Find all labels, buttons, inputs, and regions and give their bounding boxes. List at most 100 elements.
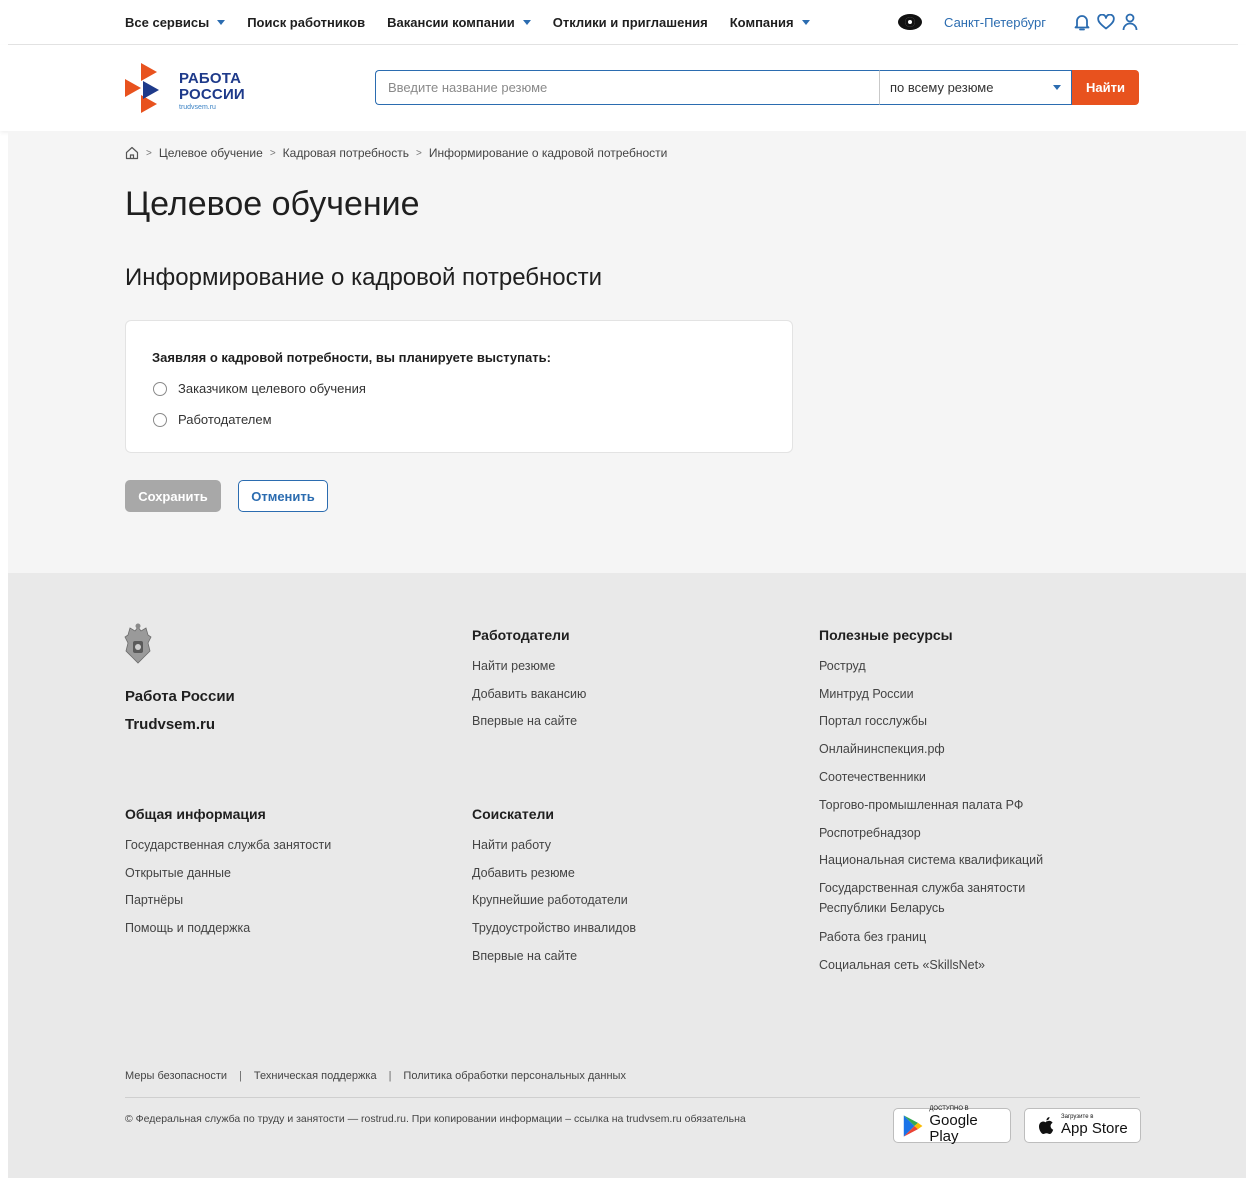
breadcrumb-item-current: Информирование о кадровой потребности xyxy=(428,146,668,160)
apple-icon xyxy=(1039,1116,1054,1134)
breadcrumb-item-staff-need[interactable]: Кадровая потребность xyxy=(283,146,409,160)
google-play-text: ДОСТУПНО В Google Play xyxy=(929,1106,1002,1145)
page-subtitle: Информирование о кадровой потребности xyxy=(125,264,603,291)
search-input[interactable] xyxy=(375,70,879,105)
legal-link-security[interactable]: Меры безопасности xyxy=(125,1070,227,1082)
home-icon[interactable] xyxy=(125,146,139,160)
logo-domain: trudvsem.ru xyxy=(179,104,216,111)
nav-company-vacancies[interactable]: Вакансии компании xyxy=(387,15,531,30)
search-scope-select[interactable]: по всему резюме xyxy=(879,70,1072,105)
footer-link[interactable]: Роструд xyxy=(819,659,866,673)
radio-circle[interactable] xyxy=(153,381,167,396)
nav-find-workers-label: Поиск работников xyxy=(247,14,366,30)
nav-responses[interactable]: Отклики и приглашения xyxy=(553,15,708,30)
breadcrumb-separator: > xyxy=(269,147,276,159)
footer-resources-heading: Полезные ресурсы xyxy=(819,627,953,643)
main-content: > Целевое обучение > Кадровая потребност… xyxy=(8,131,1246,573)
city-selector[interactable]: Санкт-Петербург xyxy=(944,15,1046,30)
nav-all-services[interactable]: Все сервисы xyxy=(125,14,226,30)
footer-brand-domain: Trudvsem.ru xyxy=(125,716,216,733)
nav-company[interactable]: Компания xyxy=(730,15,810,30)
footer-legal-links: Меры безопасности | Техническая поддержк… xyxy=(125,1070,626,1082)
footer-link[interactable]: Минтруд России xyxy=(819,687,914,701)
footer-link[interactable]: Партнёры xyxy=(125,893,183,907)
footer-link[interactable]: Помощь и поддержка xyxy=(125,921,250,935)
footer-link[interactable]: Соотечественники xyxy=(819,770,926,784)
footer-link[interactable]: Трудоустройство инвалидов xyxy=(472,921,636,935)
emblem-icon xyxy=(124,623,152,667)
search-bar: по всему резюме Найти xyxy=(375,70,1139,105)
legal-separator: | xyxy=(239,1070,242,1082)
search-scope-value: по всему резюме xyxy=(890,80,994,95)
footer-link[interactable]: Торгово-промышленная палата РФ xyxy=(819,798,1023,812)
legal-link-support[interactable]: Техническая поддержка xyxy=(254,1070,377,1082)
footer-link[interactable]: Найти резюме xyxy=(472,659,555,673)
caret-down-icon xyxy=(217,19,226,25)
logo-arrows-icon xyxy=(125,63,159,113)
logo-line1: РАБОТА xyxy=(179,70,242,87)
form-question: Заявляя о кадровой потребности, вы плани… xyxy=(152,350,551,365)
radio-circle[interactable] xyxy=(153,412,167,427)
google-play-icon xyxy=(903,1114,923,1137)
footer-brand-name: Работа России xyxy=(125,688,235,705)
footer-link[interactable]: Национальная система квалификаций xyxy=(819,853,1043,867)
top-nav: Все сервисы Поиск работников Вакансии ко… xyxy=(0,0,1246,44)
nav-responses-label: Отклики и приглашения xyxy=(552,14,708,30)
site-logo[interactable]: РАБОТА РОССИИ trudvsem.ru xyxy=(125,63,265,115)
footer-copyright: © Федеральная служба по труду и занятост… xyxy=(125,1113,746,1125)
nav-all-services-label: Все сервисы xyxy=(125,14,210,30)
footer-link[interactable]: Роспотребнадзор xyxy=(819,826,921,840)
caret-down-icon xyxy=(1053,85,1061,90)
footer-link[interactable]: Добавить резюме xyxy=(472,866,575,880)
breadcrumb-separator: > xyxy=(146,147,152,159)
breadcrumb-separator: > xyxy=(415,147,422,159)
radio-option-customer[interactable]: Заказчиком целевого обучения xyxy=(153,381,366,396)
footer-link[interactable]: Впервые на сайте xyxy=(472,949,577,963)
caret-down-icon xyxy=(801,19,810,25)
google-play-button[interactable]: ДОСТУПНО В Google Play xyxy=(893,1106,1011,1145)
footer-link[interactable]: Онлайнинспекция.рф xyxy=(819,742,945,756)
page-title: Целевое обучение xyxy=(125,185,420,223)
nav-right-group: Санкт-Петербург xyxy=(898,12,1140,32)
role-form-card: Заявляя о кадровой потребности, вы плани… xyxy=(125,320,793,453)
heart-icon[interactable] xyxy=(1096,12,1116,32)
footer-seekers-heading: Соискатели xyxy=(472,806,554,822)
footer-link[interactable]: Работа без границ xyxy=(819,930,926,944)
app-store-big-text: App Store xyxy=(1061,1120,1128,1137)
legal-separator: | xyxy=(388,1070,392,1082)
radio-option-employer[interactable]: Работодателем xyxy=(153,412,272,427)
search-button[interactable]: Найти xyxy=(1072,70,1139,105)
google-play-big-text: Google Play xyxy=(929,1112,978,1145)
logo-line2: РОССИИ xyxy=(179,86,245,103)
footer-link[interactable]: Открытые данные xyxy=(125,866,231,880)
footer-link[interactable]: Крупнейшие работодатели xyxy=(472,893,628,907)
bell-icon[interactable] xyxy=(1072,12,1092,32)
app-store-button[interactable]: Загрузите в App Store xyxy=(1024,1108,1141,1143)
nav-find-workers[interactable]: Поиск работников xyxy=(247,15,365,30)
logo-text: РАБОТА РОССИИ xyxy=(179,71,245,103)
radio-option-label: Работодателем xyxy=(178,412,272,427)
nav-company-vacancies-label: Вакансии компании xyxy=(387,14,515,30)
caret-down-icon xyxy=(522,19,531,25)
save-button[interactable]: Сохранить xyxy=(125,480,221,512)
app-store-text: Загрузите в App Store xyxy=(1061,1114,1128,1137)
cancel-button[interactable]: Отменить xyxy=(238,480,328,512)
breadcrumb-item-target-training[interactable]: Целевое обучение xyxy=(159,146,263,160)
radio-option-label: Заказчиком целевого обучения xyxy=(178,381,366,396)
footer: Работа России Trudvsem.ru Работодатели Н… xyxy=(8,573,1246,1178)
footer-link[interactable]: Государственная служба занятости xyxy=(125,838,331,852)
footer-link[interactable]: Социальная сеть «SkillsNet» xyxy=(819,958,985,972)
breadcrumb: > Целевое обучение > Кадровая потребност… xyxy=(125,146,667,160)
header: РАБОТАРОССИИ trudvsem.ru по всему резюме… xyxy=(0,45,1246,131)
user-icon[interactable] xyxy=(1120,12,1140,32)
footer-link[interactable]: Найти работу xyxy=(472,838,551,852)
nav-company-label: Компания xyxy=(729,14,794,30)
footer-link[interactable]: Портал госслужбы xyxy=(819,714,927,728)
footer-link[interactable]: Добавить вакансию xyxy=(472,687,586,701)
legal-link-privacy[interactable]: Политика обработки персональных данных xyxy=(403,1070,626,1082)
footer-link[interactable]: Впервые на сайте xyxy=(472,714,577,728)
footer-employers-heading: Работодатели xyxy=(472,627,570,643)
footer-link[interactable]: Государственная служба занятости Республ… xyxy=(819,878,1069,918)
footer-divider xyxy=(125,1097,1140,1098)
eye-icon[interactable] xyxy=(898,14,923,30)
